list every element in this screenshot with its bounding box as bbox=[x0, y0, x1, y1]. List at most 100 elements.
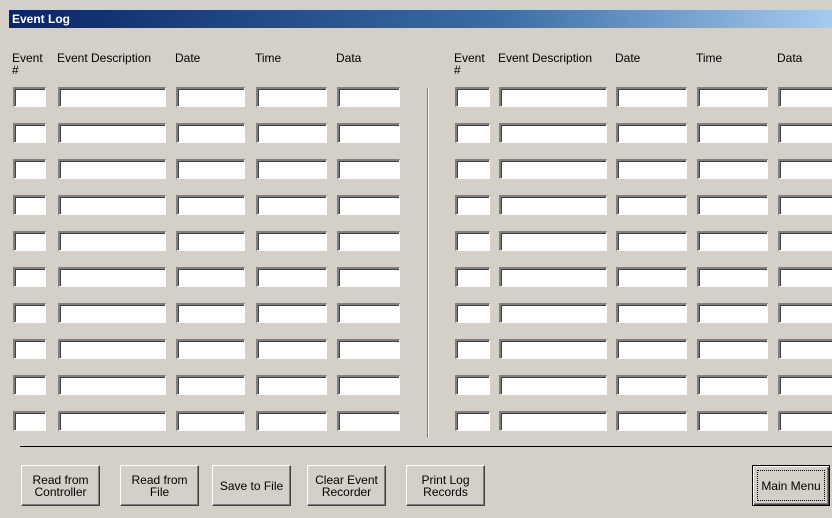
left-event-description-field[interactable] bbox=[58, 339, 166, 359]
right-event-description-field[interactable] bbox=[499, 159, 607, 179]
right-event-description-field[interactable] bbox=[499, 339, 607, 359]
left-date-field[interactable] bbox=[176, 267, 245, 287]
left-event-number-field[interactable] bbox=[13, 231, 46, 251]
left-event-description-field[interactable] bbox=[58, 303, 166, 323]
left-event-number-field[interactable] bbox=[13, 375, 46, 395]
right-event-number-field[interactable] bbox=[455, 123, 490, 143]
left-event-description-field[interactable] bbox=[58, 123, 166, 143]
clear-event-recorder-button[interactable]: Clear Event Recorder bbox=[307, 465, 386, 506]
right-time-field[interactable] bbox=[697, 303, 768, 323]
right-event-number-field[interactable] bbox=[455, 159, 490, 179]
right-data-field[interactable] bbox=[778, 231, 832, 251]
left-event-description-field[interactable] bbox=[58, 411, 166, 431]
left-event-number-field[interactable] bbox=[13, 195, 46, 215]
right-data-field[interactable] bbox=[778, 267, 832, 287]
right-date-field[interactable] bbox=[616, 231, 687, 251]
right-event-number-field[interactable] bbox=[455, 339, 490, 359]
main-menu-button[interactable]: Main Menu bbox=[752, 465, 830, 506]
left-event-number-field[interactable] bbox=[13, 87, 46, 107]
right-data-field[interactable] bbox=[778, 195, 832, 215]
right-data-field[interactable] bbox=[778, 303, 832, 323]
right-time-field[interactable] bbox=[697, 87, 768, 107]
right-time-field[interactable] bbox=[697, 267, 768, 287]
left-date-field[interactable] bbox=[176, 123, 245, 143]
read-from-file-button[interactable]: Read from File bbox=[120, 465, 199, 506]
right-event-description-field[interactable] bbox=[499, 231, 607, 251]
left-time-field[interactable] bbox=[256, 411, 327, 431]
left-event-description-field[interactable] bbox=[58, 159, 166, 179]
left-time-field[interactable] bbox=[256, 195, 327, 215]
right-event-number-field[interactable] bbox=[455, 195, 490, 215]
right-event-number-field[interactable] bbox=[455, 303, 490, 323]
left-date-field[interactable] bbox=[176, 195, 245, 215]
right-time-field[interactable] bbox=[697, 159, 768, 179]
right-data-field[interactable] bbox=[778, 87, 832, 107]
left-event-number-field[interactable] bbox=[13, 159, 46, 179]
right-date-field[interactable] bbox=[616, 87, 687, 107]
left-date-field[interactable] bbox=[176, 411, 245, 431]
left-event-number-field[interactable] bbox=[13, 339, 46, 359]
left-event-description-field[interactable] bbox=[58, 267, 166, 287]
left-event-description-field[interactable] bbox=[58, 231, 166, 251]
right-time-field[interactable] bbox=[697, 195, 768, 215]
left-data-field[interactable] bbox=[337, 159, 400, 179]
right-event-description-field[interactable] bbox=[499, 411, 607, 431]
right-event-description-field[interactable] bbox=[499, 123, 607, 143]
left-data-field[interactable] bbox=[337, 123, 400, 143]
left-time-field[interactable] bbox=[256, 375, 327, 395]
right-date-field[interactable] bbox=[616, 123, 687, 143]
left-event-number-field[interactable] bbox=[13, 411, 46, 431]
right-data-field[interactable] bbox=[778, 339, 832, 359]
right-date-field[interactable] bbox=[616, 267, 687, 287]
right-event-number-field[interactable] bbox=[455, 267, 490, 287]
left-data-field[interactable] bbox=[337, 375, 400, 395]
print-log-records-button[interactable]: Print Log Records bbox=[406, 465, 485, 506]
left-data-field[interactable] bbox=[337, 195, 400, 215]
right-time-field[interactable] bbox=[697, 411, 768, 431]
save-to-file-button[interactable]: Save to File bbox=[212, 465, 291, 506]
right-date-field[interactable] bbox=[616, 375, 687, 395]
left-time-field[interactable] bbox=[256, 159, 327, 179]
right-time-field[interactable] bbox=[697, 123, 768, 143]
left-date-field[interactable] bbox=[176, 231, 245, 251]
left-time-field[interactable] bbox=[256, 339, 327, 359]
left-date-field[interactable] bbox=[176, 339, 245, 359]
right-event-number-field[interactable] bbox=[455, 375, 490, 395]
left-event-description-field[interactable] bbox=[58, 87, 166, 107]
right-data-field[interactable] bbox=[778, 159, 832, 179]
left-data-field[interactable] bbox=[337, 339, 400, 359]
left-date-field[interactable] bbox=[176, 159, 245, 179]
left-time-field[interactable] bbox=[256, 267, 327, 287]
left-time-field[interactable] bbox=[256, 303, 327, 323]
left-date-field[interactable] bbox=[176, 375, 245, 395]
right-time-field[interactable] bbox=[697, 375, 768, 395]
left-data-field[interactable] bbox=[337, 267, 400, 287]
right-event-description-field[interactable] bbox=[499, 87, 607, 107]
right-time-field[interactable] bbox=[697, 339, 768, 359]
right-date-field[interactable] bbox=[616, 159, 687, 179]
right-event-description-field[interactable] bbox=[499, 303, 607, 323]
right-date-field[interactable] bbox=[616, 339, 687, 359]
right-data-field[interactable] bbox=[778, 411, 832, 431]
right-time-field[interactable] bbox=[697, 231, 768, 251]
right-event-description-field[interactable] bbox=[499, 267, 607, 287]
right-event-description-field[interactable] bbox=[499, 375, 607, 395]
right-event-number-field[interactable] bbox=[455, 231, 490, 251]
left-data-field[interactable] bbox=[337, 231, 400, 251]
right-date-field[interactable] bbox=[616, 411, 687, 431]
right-event-number-field[interactable] bbox=[455, 411, 490, 431]
left-event-number-field[interactable] bbox=[13, 267, 46, 287]
left-event-description-field[interactable] bbox=[58, 195, 166, 215]
left-time-field[interactable] bbox=[256, 123, 327, 143]
right-date-field[interactable] bbox=[616, 195, 687, 215]
left-data-field[interactable] bbox=[337, 303, 400, 323]
left-event-number-field[interactable] bbox=[13, 123, 46, 143]
right-date-field[interactable] bbox=[616, 303, 687, 323]
left-date-field[interactable] bbox=[176, 303, 245, 323]
left-data-field[interactable] bbox=[337, 87, 400, 107]
right-event-number-field[interactable] bbox=[455, 87, 490, 107]
left-event-number-field[interactable] bbox=[13, 303, 46, 323]
left-event-description-field[interactable] bbox=[58, 375, 166, 395]
right-event-description-field[interactable] bbox=[499, 195, 607, 215]
left-date-field[interactable] bbox=[176, 87, 245, 107]
